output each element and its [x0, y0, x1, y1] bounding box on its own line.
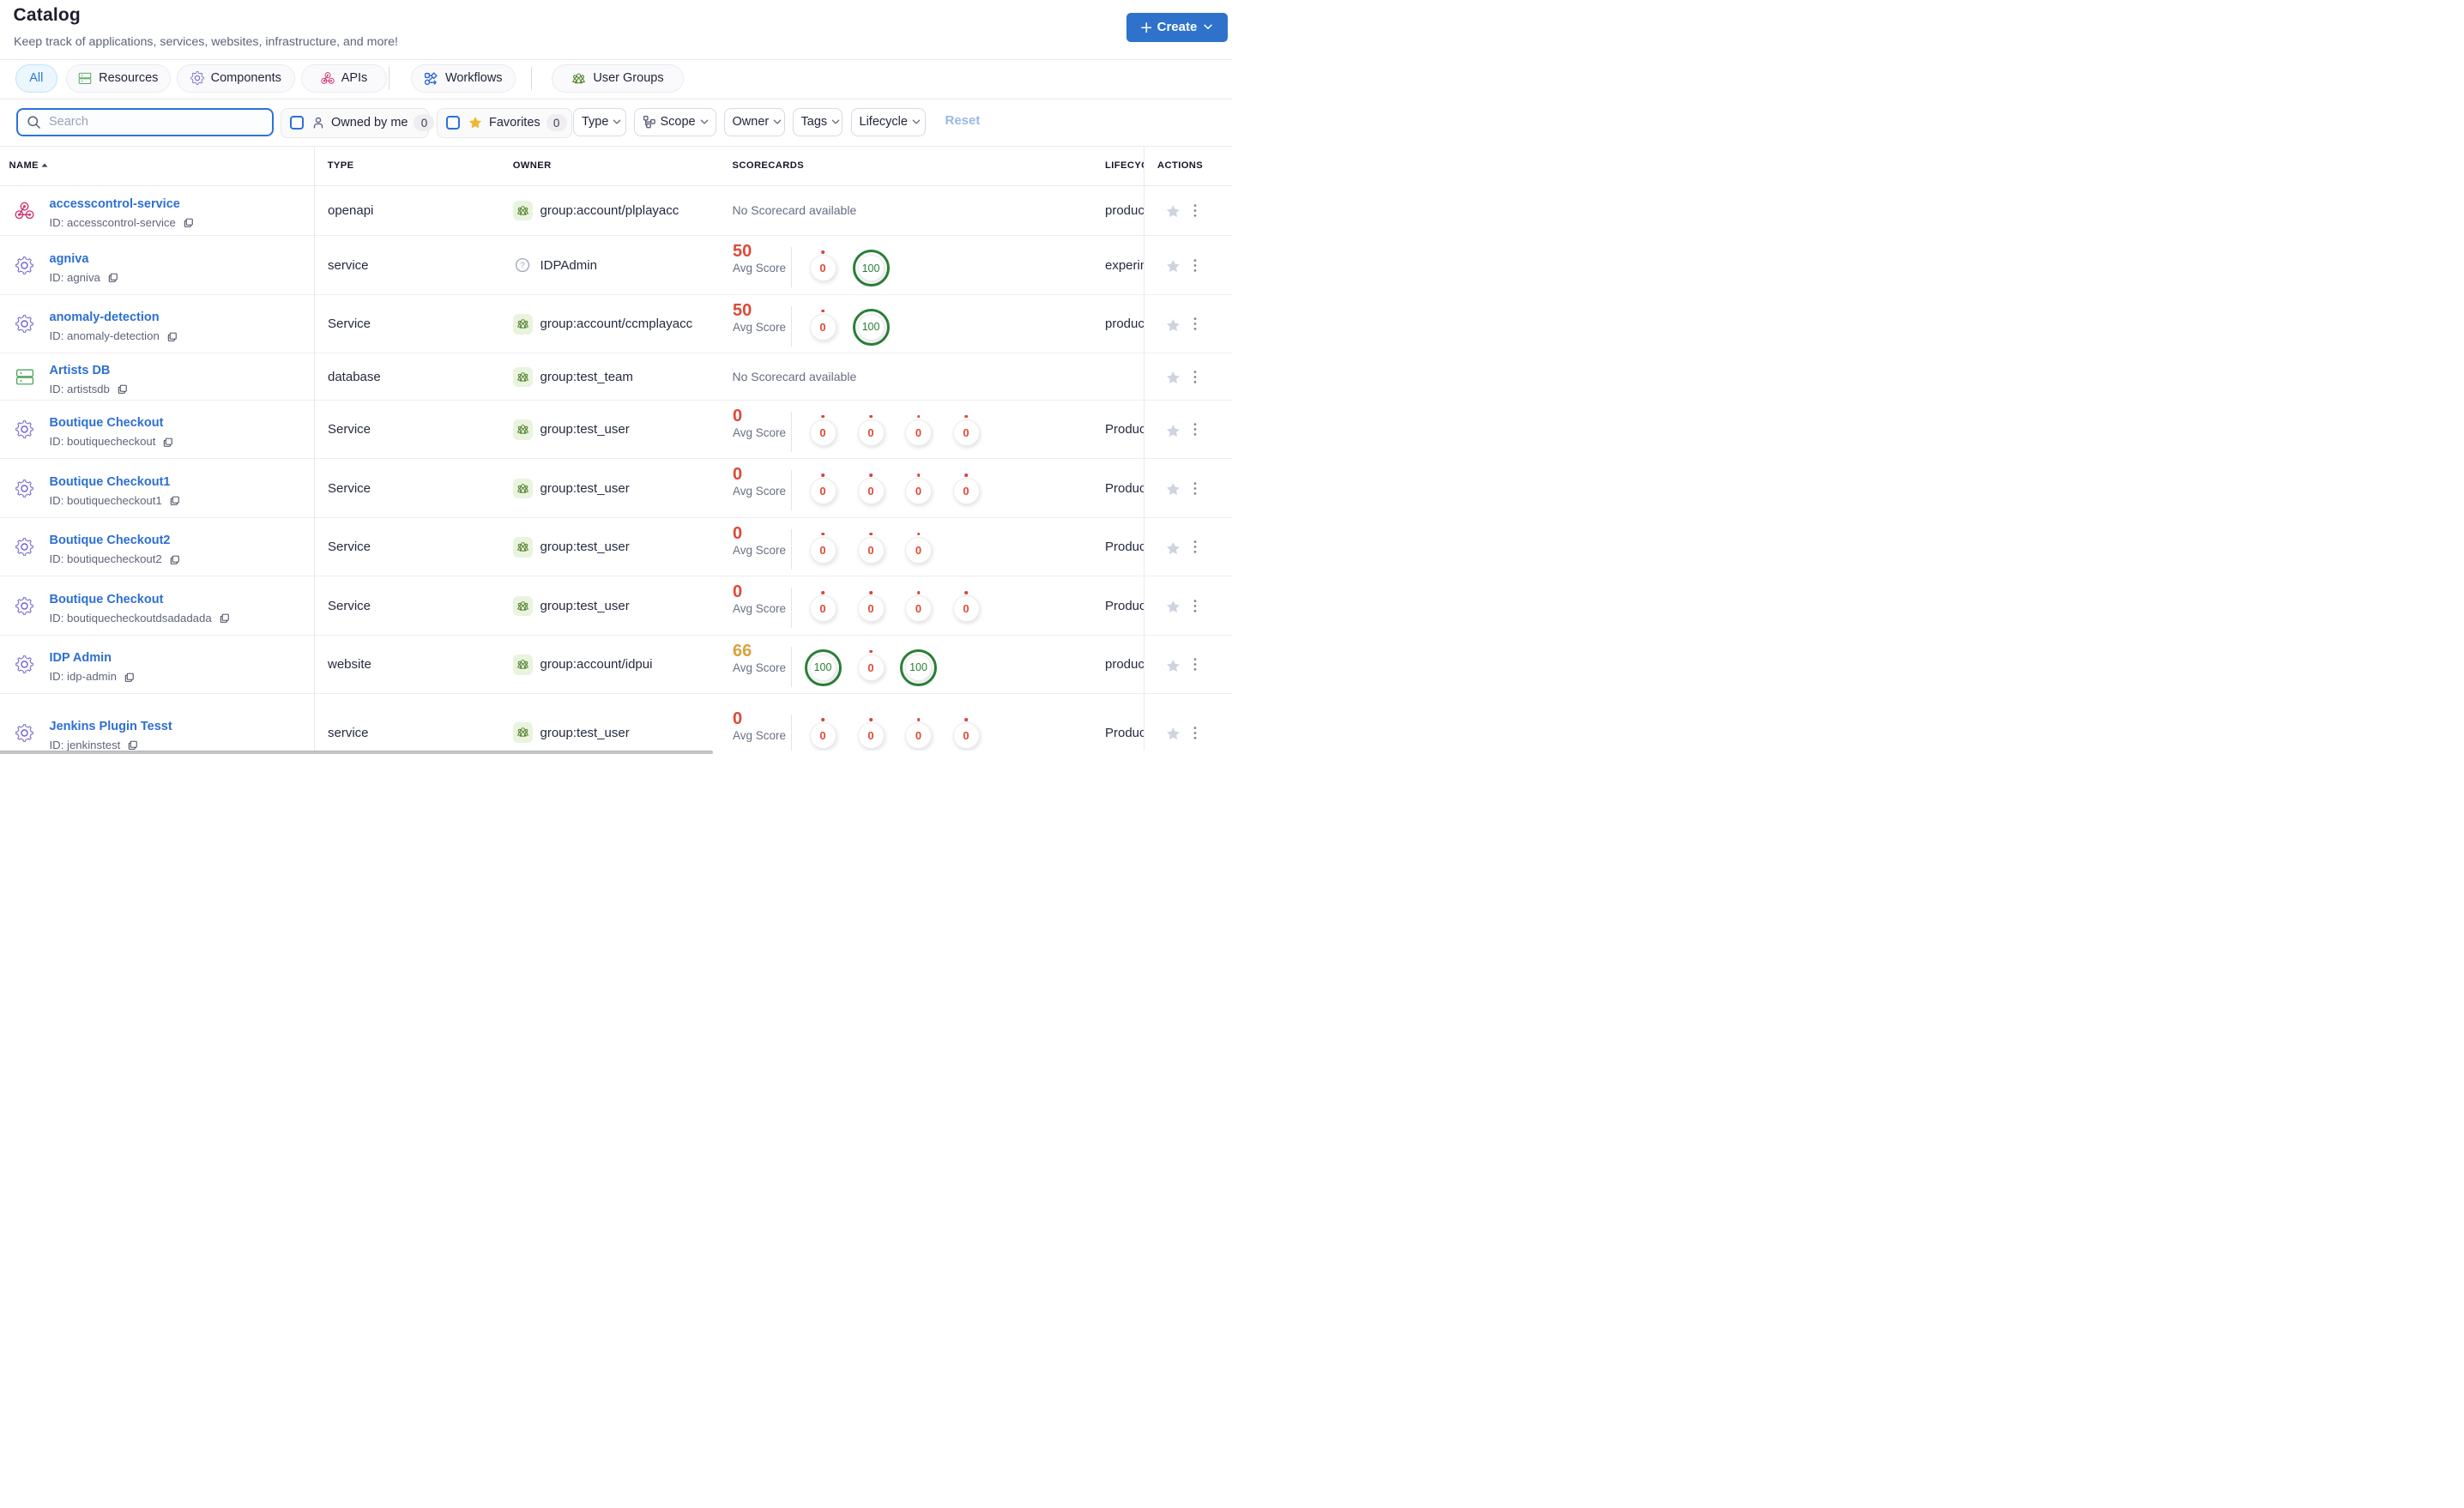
svg-text:?: ? — [520, 262, 525, 271]
